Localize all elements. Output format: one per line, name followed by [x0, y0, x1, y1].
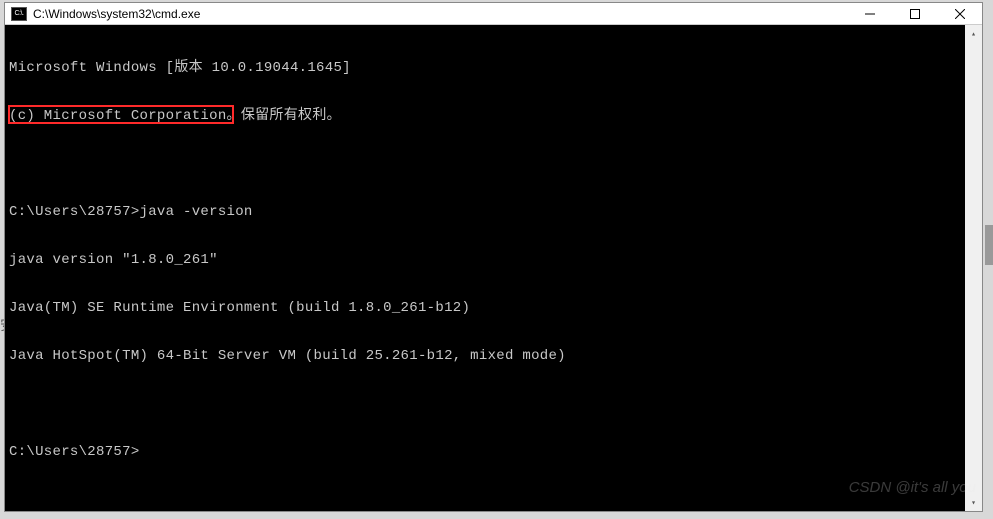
vertical-scrollbar[interactable]: ▴ ▾ — [965, 25, 982, 511]
scroll-up-arrow-icon[interactable]: ▴ — [965, 25, 982, 42]
output-line — [9, 156, 961, 172]
scroll-down-arrow-icon[interactable]: ▾ — [965, 494, 982, 511]
prompt-line: C:\Users\28757>java -version — [9, 204, 961, 220]
titlebar[interactable]: C:\. C:\Windows\system32\cmd.exe — [5, 3, 982, 25]
cmd-window: C:\. C:\Windows\system32\cmd.exe Microso… — [4, 2, 983, 512]
close-button[interactable] — [937, 3, 982, 24]
output-line: Java HotSpot(TM) 64-Bit Server VM (build… — [9, 348, 961, 364]
minimize-button[interactable] — [847, 3, 892, 24]
output-line: Java(TM) SE Runtime Environment (build 1… — [9, 300, 961, 316]
cmd-icon: C:\. — [11, 7, 27, 21]
output-line-highlighted: java version "1.8.0_261" — [9, 252, 961, 268]
window-title: C:\Windows\system32\cmd.exe — [33, 7, 847, 21]
prompt-line: C:\Users\28757> — [9, 444, 961, 460]
maximize-button[interactable] — [892, 3, 937, 24]
terminal-area: Microsoft Windows [版本 10.0.19044.1645] (… — [5, 25, 982, 511]
output-line: (c) Microsoft Corporation。保留所有权利。 — [9, 108, 961, 124]
output-line — [9, 396, 961, 412]
output-line: Microsoft Windows [版本 10.0.19044.1645] — [9, 60, 961, 76]
terminal-output[interactable]: Microsoft Windows [版本 10.0.19044.1645] (… — [5, 25, 965, 511]
scrollbar-track[interactable] — [965, 42, 982, 494]
window-controls — [847, 3, 982, 24]
background-fragment — [985, 225, 993, 265]
